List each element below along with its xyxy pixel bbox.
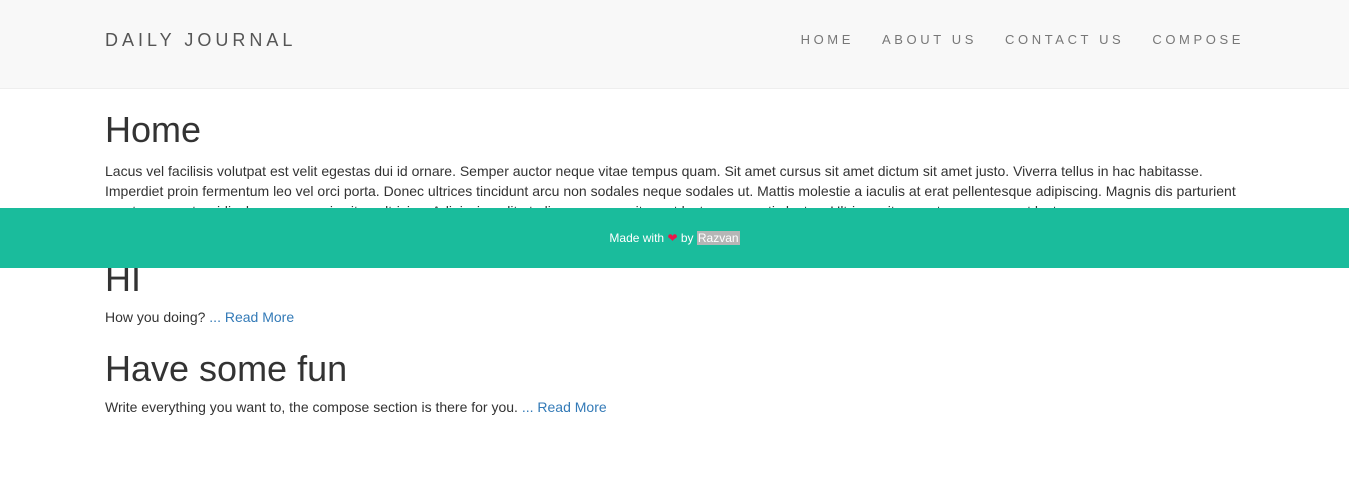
author-name[interactable]: Razvan xyxy=(696,231,740,245)
heart-icon: ❤ xyxy=(667,231,678,245)
nav-links: HOME ABOUT US CONTACT US COMPOSE xyxy=(773,32,1244,48)
brand-link[interactable]: DAILY JOURNAL xyxy=(105,29,296,51)
nav-home-link[interactable]: HOME xyxy=(801,32,854,48)
read-more-label: Read More xyxy=(224,309,295,325)
page-title: Home xyxy=(105,109,202,150)
post-excerpt-line: How you doing? ... Read More xyxy=(105,307,1245,327)
post-excerpt: How you doing? xyxy=(105,309,206,325)
read-more-link[interactable]: ... Read More xyxy=(205,309,294,325)
nav-about-link[interactable]: ABOUT US xyxy=(882,32,977,48)
post-excerpt-line: Write everything you want to, the compos… xyxy=(105,397,1245,417)
navbar: DAILY JOURNAL HOME ABOUT US CONTACT US C… xyxy=(0,0,1349,89)
post-item: HI How you doing? ... Read More xyxy=(105,258,1245,327)
ellipsis: ... xyxy=(517,399,538,415)
main-content: Home Lacus vel facilisis volutpat est ve… xyxy=(105,89,1245,221)
post-excerpt: Write everything you want to, the compos… xyxy=(105,399,518,415)
read-more-label: Read More xyxy=(537,399,607,415)
nav-contact-link[interactable]: CONTACT US xyxy=(1005,32,1124,48)
post-item: Have some fun Write everything you want … xyxy=(105,348,1245,417)
nav-compose-link[interactable]: COMPOSE xyxy=(1152,32,1244,48)
ellipsis: ... xyxy=(205,309,225,325)
post-title: Have some fun xyxy=(105,348,348,389)
read-more-link[interactable]: ... Read More xyxy=(518,399,607,415)
footer-by: by xyxy=(680,231,694,245)
footer: Made with ❤ by Razvan xyxy=(0,208,1349,268)
footer-made-with: Made with xyxy=(609,231,665,245)
